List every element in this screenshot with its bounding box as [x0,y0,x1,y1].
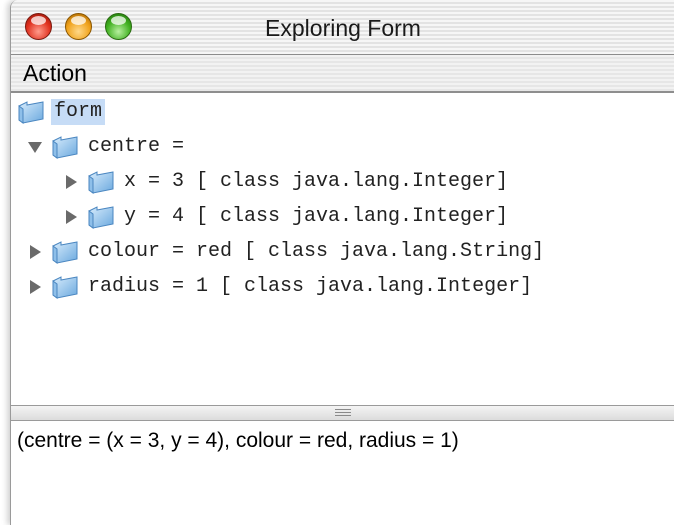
tree-row-centre[interactable]: centre = [25,130,187,164]
folder-icon [87,205,115,229]
tree-node-label: colour = red [ class java.lang.String] [88,240,545,263]
folder-icon [17,100,45,124]
tree-node-label: x = 3 [ class java.lang.Integer] [124,170,509,193]
disclosure-triangle-right-icon[interactable] [61,207,81,227]
tree-node-label: form [51,99,106,125]
window-title: Exploring Form [265,15,421,41]
folder-icon [51,135,79,159]
tree-node-label: y = 4 [ class java.lang.Integer] [124,205,509,228]
disclosure-triangle-down-icon[interactable] [25,137,45,157]
tree-row-y[interactable]: y = 4 [ class java.lang.Integer] [61,200,511,234]
output-text: (centre = (x = 3, y = 4), colour = red, … [17,429,459,452]
tree-node-label: radius = 1 [ class java.lang.Integer] [88,275,533,298]
splitter-grip-icon[interactable] [335,409,351,416]
tree-row-radius[interactable]: radius = 1 [ class java.lang.Integer] [25,270,535,304]
output-text-area[interactable]: (centre = (x = 3, y = 4), colour = red, … [11,421,674,525]
folder-icon [51,240,79,264]
title-bar[interactable]: Exploring Form [11,0,674,55]
disclosure-triangle-right-icon[interactable] [25,277,45,297]
tree-view[interactable]: form centre = x = 3 [class java.lang.In… [11,93,674,405]
disclosure-triangle-right-icon[interactable] [25,242,45,262]
menu-bar: Action [11,55,674,93]
exploring-form-window: Exploring Form Action form centre = x = … [10,0,674,525]
menu-action[interactable]: Action [23,55,87,91]
disclosure-triangle-right-icon[interactable] [61,172,81,192]
folder-icon [87,170,115,194]
folder-icon [51,275,79,299]
tree-node-label: centre = [88,135,185,158]
tree-row-x[interactable]: x = 3 [ class java.lang.Integer] [61,165,511,199]
tree-row-form[interactable]: form [17,95,106,129]
tree-row-colour[interactable]: colour = red [ class java.lang.String] [25,235,547,269]
split-pane-divider[interactable] [11,405,674,421]
